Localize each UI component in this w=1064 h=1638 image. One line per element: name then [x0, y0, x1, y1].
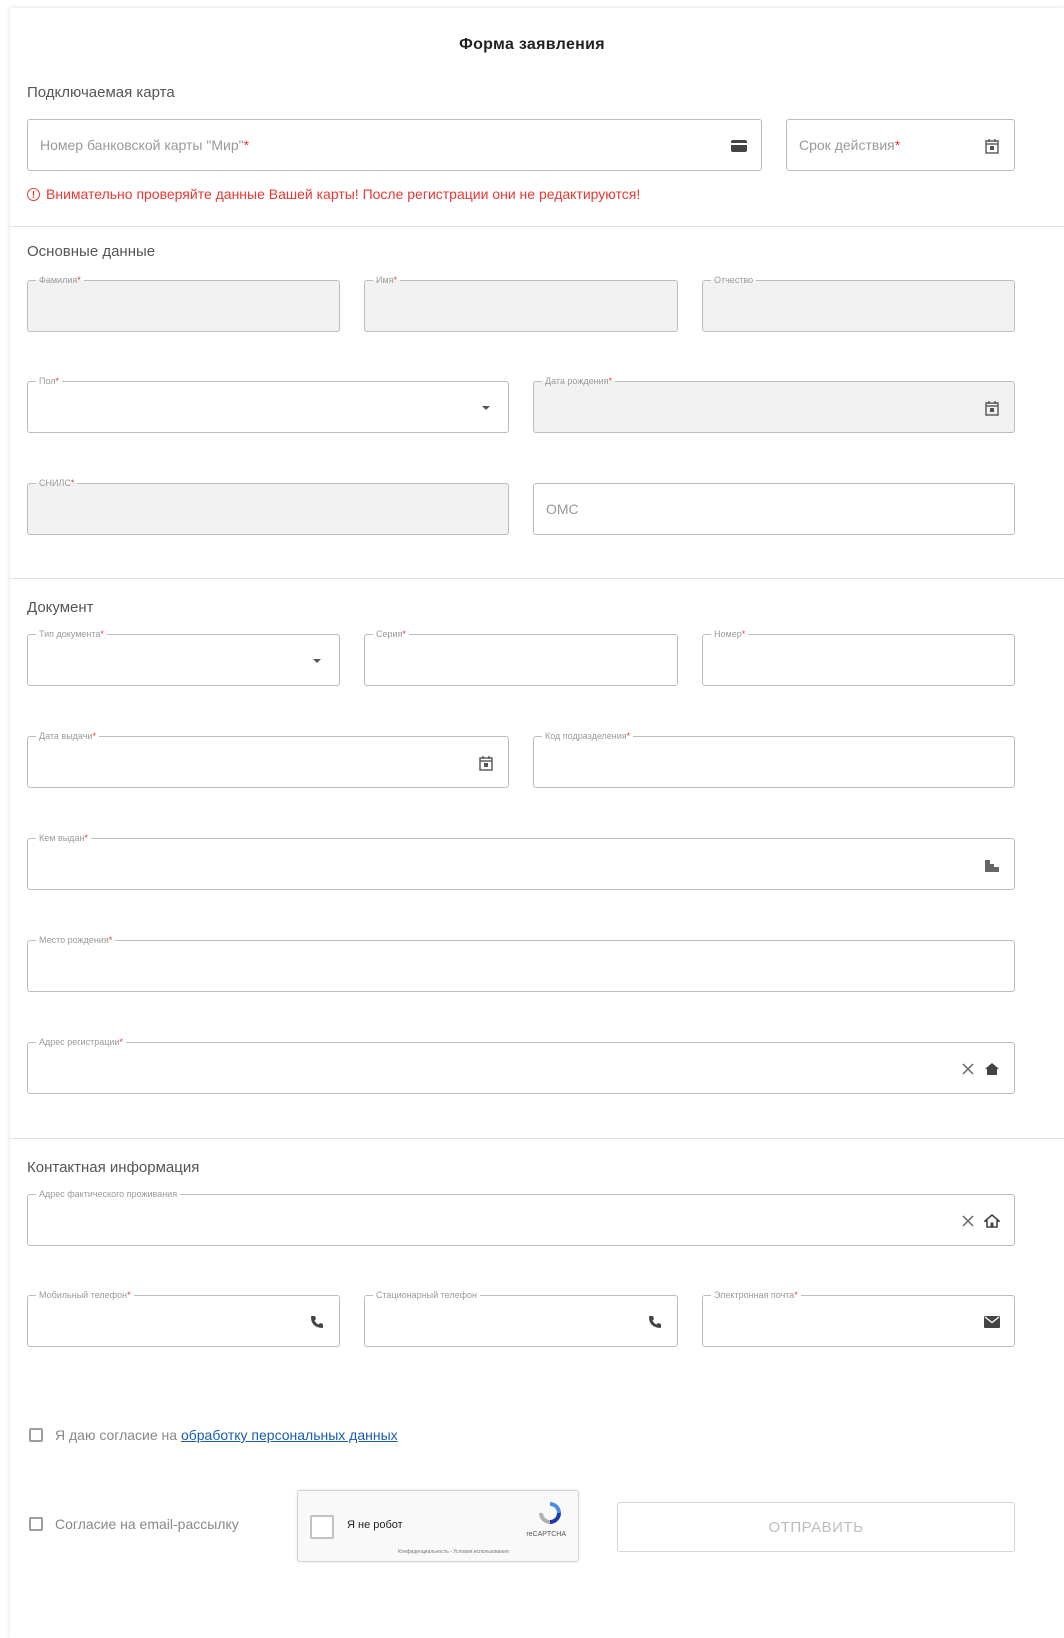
patronymic-field[interactable]: Отчество — [702, 274, 1015, 332]
card-warning-text: Внимательно проверяйте данные Вашей карт… — [46, 186, 641, 202]
document-type-select[interactable]: Тип документа* — [27, 628, 340, 686]
phone-icon — [645, 1312, 665, 1332]
birth-date-label: Дата рождения — [545, 376, 609, 386]
surname-label: Фамилия — [39, 275, 78, 285]
oms-placeholder: ОМС — [546, 501, 579, 517]
actual-address-label: Адрес фактического проживания — [36, 1188, 181, 1200]
card-number-placeholder: Номер банковской карты "Мир" — [40, 137, 244, 153]
required-mark: * — [119, 1037, 123, 1047]
card-warning: ! Внимательно проверяйте данные Вашей ка… — [27, 186, 640, 202]
calendar-icon[interactable] — [982, 136, 1002, 156]
section-title-contact: Контактная информация — [27, 1159, 200, 1176]
section-divider — [10, 226, 1064, 227]
required-mark: * — [794, 1290, 798, 1300]
required-mark: * — [608, 376, 613, 386]
email-label: Электронная почта — [714, 1290, 795, 1300]
clear-icon[interactable] — [958, 1211, 978, 1231]
issue-date-field[interactable]: Дата выдачи* — [27, 730, 509, 788]
submit-button[interactable]: ОТПРАВИТЬ — [617, 1502, 1015, 1552]
required-mark: * — [894, 137, 901, 153]
page: Форма заявления Подключаемая карта Номер… — [0, 0, 1064, 1638]
required-mark: * — [84, 833, 88, 843]
patronymic-label: Отчество — [711, 274, 757, 286]
required-mark: * — [243, 137, 250, 153]
oms-field[interactable]: ОМС — [533, 483, 1015, 535]
building-icon[interactable] — [982, 855, 1002, 875]
recaptcha-label: Я не робот — [347, 1519, 403, 1531]
home-outline-icon[interactable] — [982, 1211, 1002, 1231]
warning-icon: ! — [27, 187, 40, 201]
document-series-label: Серия — [376, 629, 403, 639]
card-expiry-field[interactable]: Срок действия* — [786, 119, 1015, 171]
home-icon[interactable] — [982, 1059, 1002, 1079]
personal-data-link[interactable]: обработку персональных данных — [181, 1427, 398, 1443]
birth-place-field[interactable]: Место рождения* — [27, 934, 1015, 992]
birth-date-field[interactable]: Дата рождения* — [533, 375, 1015, 433]
gender-select[interactable]: Пол* — [27, 375, 509, 433]
recaptcha-logo-icon — [536, 1499, 564, 1527]
recaptcha-brand: reCAPTCHA — [526, 1531, 566, 1538]
required-mark: * — [393, 275, 398, 285]
issued-by-label: Кем выдан — [39, 833, 85, 843]
dropdown-arrow-icon[interactable] — [307, 651, 327, 671]
section-title-document: Документ — [27, 599, 94, 616]
recaptcha-widget: Я не робот reCAPTCHA Конфиденциальность … — [297, 1490, 579, 1562]
snils-field[interactable]: СНИЛС* — [27, 477, 509, 535]
issued-by-field[interactable]: Кем выдан* — [27, 832, 1015, 890]
landline-phone-label: Стационарный телефон — [373, 1289, 481, 1301]
card-number-field[interactable]: Номер банковской карты "Мир"* — [27, 119, 762, 171]
landline-phone-field[interactable]: Стационарный телефон — [364, 1289, 678, 1347]
snils-label: СНИЛС — [39, 478, 71, 488]
email-icon — [982, 1312, 1002, 1332]
card-icon — [729, 136, 749, 156]
section-divider — [10, 1138, 1064, 1139]
required-mark: * — [77, 275, 81, 285]
email-newsletter-checkbox[interactable] — [29, 1517, 43, 1531]
required-mark: * — [55, 376, 60, 386]
section-title-main: Основные данные — [27, 243, 156, 260]
recaptcha-checkbox[interactable] — [310, 1515, 334, 1539]
mobile-phone-label: Мобильный телефон — [39, 1290, 128, 1300]
required-mark: * — [626, 731, 631, 741]
document-number-field[interactable]: Номер* — [702, 628, 1015, 686]
email-newsletter-label: Согласие на email-рассылку — [55, 1516, 239, 1532]
document-series-field[interactable]: Серия* — [364, 628, 678, 686]
document-type-label: Тип документа — [39, 629, 101, 639]
required-mark: * — [100, 629, 104, 639]
phone-icon — [307, 1312, 327, 1332]
recaptcha-terms[interactable]: Конфиденциальность - Условия использован… — [398, 1549, 509, 1555]
required-mark: * — [70, 478, 75, 488]
name-field[interactable]: Имя* — [364, 274, 678, 332]
form-title: Форма заявления — [459, 36, 605, 53]
document-number-label: Номер — [714, 629, 742, 639]
actual-address-field[interactable]: Адрес фактического проживания — [27, 1188, 1015, 1246]
issue-date-label: Дата выдачи — [39, 731, 93, 741]
clear-icon[interactable] — [958, 1059, 978, 1079]
required-mark: * — [741, 629, 746, 639]
required-mark: * — [108, 935, 113, 945]
required-mark: * — [127, 1290, 131, 1300]
division-code-label: Код подразделения — [545, 731, 627, 741]
personal-data-consent-label: Я даю согласие на обработку персональных… — [55, 1427, 398, 1443]
email-field[interactable]: Электронная почта* — [702, 1289, 1015, 1347]
calendar-icon[interactable] — [982, 398, 1002, 418]
card-expiry-placeholder: Срок действия — [799, 137, 895, 153]
consent-prefix: Я даю согласие на — [55, 1427, 178, 1443]
form-card — [10, 8, 1064, 1638]
reg-address-label: Адрес регистрации — [39, 1037, 120, 1047]
required-mark: * — [92, 731, 96, 741]
mobile-phone-field[interactable]: Мобильный телефон* — [27, 1289, 340, 1347]
personal-data-consent-checkbox[interactable] — [29, 1428, 43, 1442]
section-divider — [10, 578, 1064, 579]
section-title-card: Подключаемая карта — [27, 84, 175, 101]
dropdown-arrow-icon[interactable] — [476, 398, 496, 418]
division-code-field[interactable]: Код подразделения* — [533, 730, 1015, 788]
reg-address-field[interactable]: Адрес регистрации* — [27, 1036, 1015, 1094]
name-label: Имя — [376, 275, 394, 285]
surname-field[interactable]: Фамилия* — [27, 274, 340, 332]
gender-label: Пол — [39, 376, 56, 386]
required-mark: * — [402, 629, 406, 639]
calendar-icon[interactable] — [476, 753, 496, 773]
birth-place-label: Место рождения — [39, 935, 109, 945]
